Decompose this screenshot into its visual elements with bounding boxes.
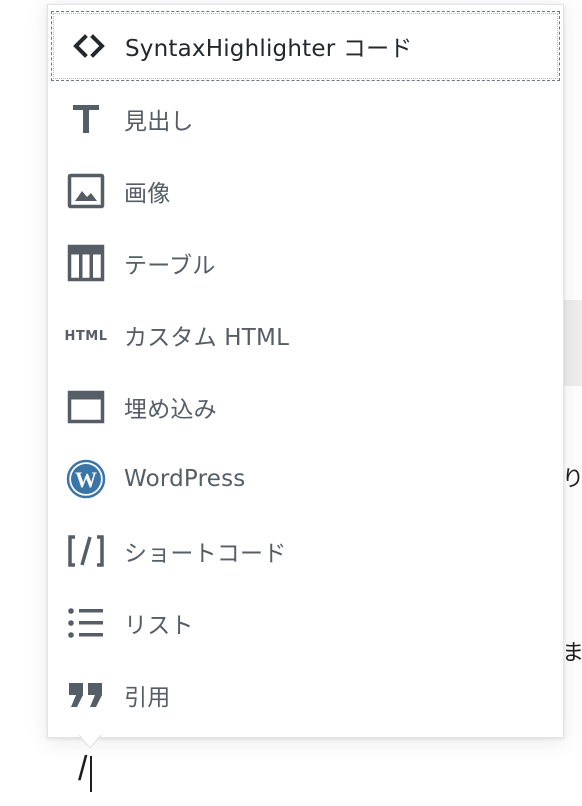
shortcode-icon: [48, 534, 124, 568]
block-item-embed[interactable]: 埋め込み: [48, 371, 563, 443]
wordpress-icon: W: [48, 459, 124, 499]
block-inserter-popover: SyntaxHighlighter コード 見出し 画像 テーブル HTML カ…: [47, 4, 564, 738]
block-item-label: SyntaxHighlighter コード: [125, 36, 413, 62]
block-item-label: カスタム HTML: [124, 325, 290, 351]
image-icon: [48, 173, 124, 209]
block-item-syntaxhighlighter[interactable]: SyntaxHighlighter コード: [51, 11, 560, 81]
block-item-custom-html[interactable]: HTML カスタム HTML: [48, 299, 563, 371]
html-icon: HTML: [48, 327, 124, 343]
heading-icon: [48, 103, 124, 135]
popover-arrow-inner: [79, 734, 101, 747]
block-item-label: 見出し: [124, 109, 194, 135]
block-item-shortcode[interactable]: ショートコード: [48, 515, 563, 587]
block-item-label: 画像: [124, 181, 171, 207]
block-item-heading[interactable]: 見出し: [48, 83, 563, 155]
block-item-label: 引用: [124, 685, 171, 711]
block-item-label: 埋め込み: [124, 397, 217, 423]
table-icon: [48, 244, 124, 282]
editor-page: り ま SyntaxHighlighter コード 見出し 画像 テーブル HT…: [0, 0, 582, 806]
block-item-list[interactable]: リスト: [48, 587, 563, 659]
svg-text:W: W: [75, 467, 97, 492]
block-item-label: WordPress: [124, 466, 246, 492]
svg-text:HTML: HTML: [65, 329, 108, 343]
background-text-fragment: ま: [562, 641, 582, 666]
background-text-fragment: り: [562, 467, 582, 492]
block-item-quote[interactable]: 引用: [48, 659, 563, 731]
block-item-label: ショートコード: [124, 541, 287, 567]
block-item-table[interactable]: テーブル: [48, 227, 563, 299]
text-caret: [90, 756, 92, 792]
editor-typed-text[interactable]: /: [78, 752, 87, 786]
quote-icon: [48, 681, 124, 709]
block-item-image[interactable]: 画像: [48, 155, 563, 227]
block-item-label: リスト: [124, 613, 194, 639]
list-icon: [48, 607, 124, 639]
block-item-label: テーブル: [124, 253, 216, 279]
block-list: SyntaxHighlighter コード 見出し 画像 テーブル HTML カ…: [48, 11, 563, 731]
code-icon: [52, 34, 125, 58]
block-item-wordpress[interactable]: W WordPress: [48, 443, 563, 515]
embed-icon: [48, 390, 124, 424]
